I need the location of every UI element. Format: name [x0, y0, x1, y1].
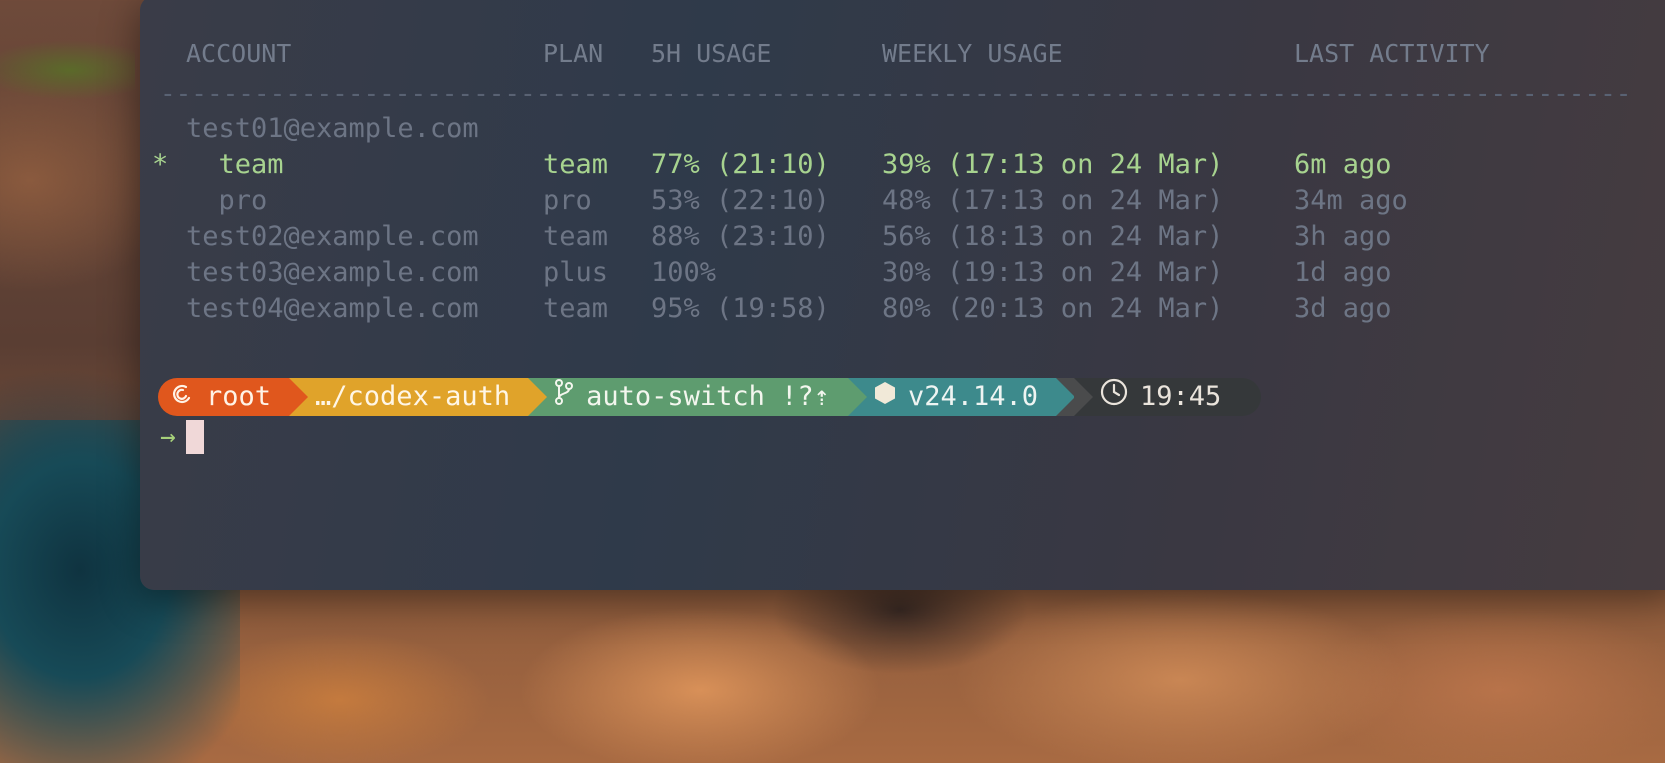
prompt-time: 19:45: [1140, 381, 1222, 412]
segment-separator: [847, 378, 867, 416]
clock-icon: [1100, 378, 1128, 417]
table-row: test03@example.com plus 100% 30% (19:13 …: [160, 258, 1392, 288]
node-hexagon-icon: [874, 378, 896, 416]
row-last-activity: 1d ago: [1294, 257, 1392, 288]
row-account: pro: [186, 185, 268, 216]
terminal-content: ACCOUNT PLAN 5H USAGE WEEKLY USAGE LAST …: [140, 0, 1665, 590]
git-branch-icon: [554, 378, 574, 416]
command-line[interactable]: →: [160, 419, 204, 455]
row-account: test01@example.com: [186, 113, 479, 144]
row-account: test03@example.com: [186, 257, 479, 288]
row-weekly-usage: 48% (17:13 on 24 Mar): [882, 185, 1224, 216]
header-last-activity: LAST ACTIVITY: [1294, 39, 1490, 68]
text-cursor: [185, 420, 204, 454]
row-5h-usage: 95% (19:58): [651, 293, 830, 324]
row-weekly-usage: 30% (19:13 on 24 Mar): [882, 257, 1224, 288]
prompt-node-version: v24.14.0: [907, 381, 1038, 412]
row-plan: pro: [543, 185, 592, 216]
row-account: test02@example.com: [186, 221, 479, 252]
table-row: test04@example.com team 95% (19:58) 80% …: [160, 294, 1392, 324]
prompt-path: …/codex-auth: [315, 381, 511, 412]
debian-swirl-icon: [172, 378, 194, 416]
header-5h-usage: 5H USAGE: [651, 39, 772, 68]
row-5h-usage: 77% (21:10): [651, 149, 830, 180]
row-weekly-usage: 39% (17:13 on 24 Mar): [882, 149, 1224, 180]
row-weekly-usage: 80% (20:13 on 24 Mar): [882, 293, 1224, 324]
row-plan: plus: [543, 257, 609, 288]
segment-separator: [1056, 378, 1075, 416]
header-account: ACCOUNT: [186, 39, 292, 68]
row-last-activity: 6m ago: [1294, 149, 1392, 180]
header-weekly-usage: WEEKLY USAGE: [882, 39, 1063, 68]
prompt-segment-git: auto-switch !?⇡: [528, 378, 867, 416]
table-row: test01@example.com: [160, 114, 479, 144]
row-last-activity: 34m ago: [1294, 185, 1408, 216]
prompt-git-branch: auto-switch !?⇡: [586, 381, 830, 412]
row-account: team: [186, 149, 284, 180]
row-plan: team: [543, 149, 609, 180]
table-row-active: * team team 77% (21:10) 39% (17:13 on 24…: [152, 150, 1392, 180]
row-plan: team: [543, 293, 609, 324]
header-plan: PLAN: [543, 39, 604, 68]
row-last-activity: 3d ago: [1294, 293, 1392, 324]
row-account: test04@example.com: [186, 293, 479, 324]
prompt-arrow-icon: →: [160, 422, 176, 452]
table-row: pro pro 53% (22:10) 48% (17:13 on 24 Mar…: [160, 186, 1408, 216]
segment-separator: [289, 378, 309, 416]
prompt-bar: root …/codex-auth auto-switch !?⇡ v24.14…: [158, 378, 1262, 417]
segment-separator: [528, 378, 548, 416]
prompt-user: root: [206, 381, 272, 412]
active-marker: *: [152, 149, 169, 180]
row-5h-usage: 88% (23:10): [651, 221, 830, 252]
wallpaper-moss: [0, 30, 135, 110]
prompt-segment-node: v24.14.0: [847, 378, 1075, 416]
row-weekly-usage: 56% (18:13 on 24 Mar): [882, 221, 1224, 252]
terminal-window[interactable]: ACCOUNT PLAN 5H USAGE WEEKLY USAGE LAST …: [140, 0, 1665, 590]
row-5h-usage: 53% (22:10): [651, 185, 830, 216]
row-last-activity: 3h ago: [1294, 221, 1392, 252]
row-5h-usage: 100%: [651, 257, 717, 288]
prompt-segment-path: …/codex-auth: [289, 378, 548, 416]
table-header: ACCOUNT PLAN 5H USAGE WEEKLY USAGE LAST …: [160, 39, 1490, 69]
prompt-segment-time: 19:45: [1074, 378, 1262, 417]
table-row: test02@example.com team 88% (23:10) 56% …: [160, 222, 1392, 252]
table-divider: ----------------------------------------…: [160, 81, 1630, 107]
segment-separator: [1074, 378, 1093, 416]
row-plan: team: [543, 221, 609, 252]
prompt-segment-user: root: [158, 378, 309, 416]
